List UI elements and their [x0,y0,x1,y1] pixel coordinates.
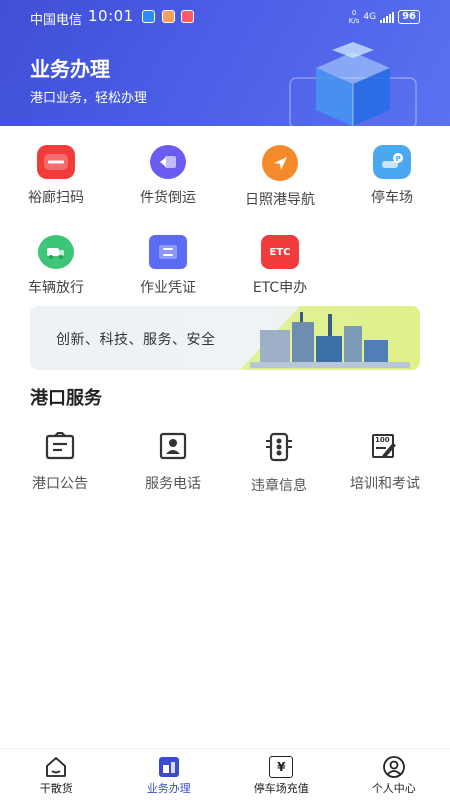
banner-slogan: 创新、科技、服务、安全 [56,332,216,348]
quick-action-parking[interactable]: P 停车场 [336,145,448,209]
carrier-name: 中国电信 [30,13,83,28]
scan-code-icon [37,145,75,179]
etc-icon: ETC [261,235,299,269]
tab-business[interactable]: 业务办理 [113,749,226,800]
service-training-exam[interactable]: 100 培训和考试 [332,432,438,495]
promo-banner[interactable]: 创新、科技、服务、安全 [30,306,420,370]
battery-indicator: 96 [398,10,420,24]
cargo-transfer-icon [150,145,186,179]
quick-action-navigation[interactable]: 日照港导航 [224,145,336,209]
contact-phone-icon [159,432,187,460]
home-icon [46,757,67,777]
header: 中国电信 10:01 0 K/s 4G 96 业务办理 港口业务，轻松办理 [0,0,450,126]
network-speed: 0 K/s [348,9,360,25]
status-indicators: 0 K/s 4G 96 [349,8,420,26]
port-services-list: 港口公告 服务电话 违章信息 100 培训和考试 [0,432,450,495]
user-icon [382,756,405,778]
service-violations[interactable]: 违章信息 [226,432,332,495]
quick-action-cargo-transfer[interactable]: 件货倒运 [112,145,224,209]
bottom-tab-bar: 干散货 业务办理 ¥ 停车场充值 个人中心 [0,748,450,800]
app-notification-icon [181,10,194,23]
signal-icon [380,11,395,23]
tab-parking-recharge[interactable]: ¥ 停车场充值 [225,749,338,800]
page-title: 业务办理 [30,57,110,81]
business-icon [158,757,179,777]
tab-profile[interactable]: 个人中心 [338,749,450,800]
status-time: 10:01 [88,7,134,25]
page-subtitle: 港口业务，轻松办理 [30,91,148,106]
quick-actions-row-1: 裕廊扫码 件货倒运 日照港导航 P 停车场 [0,145,450,209]
network-type: 4G [363,12,377,22]
port-services-title: 港口服务 [30,388,102,409]
tab-bulk-cargo[interactable]: 干散货 [0,749,113,800]
hero-cube-illustration [289,42,417,126]
parking-icon: P [373,145,411,179]
message-notification-icon [162,10,175,23]
exam-icon: 100 [370,432,400,460]
status-bar: 中国电信 10:01 0 K/s 4G 96 [0,0,450,34]
quick-actions-row-2: 车辆放行 作业凭证 ETC ETC申办 [0,235,450,297]
traffic-light-icon [266,432,292,462]
service-phone[interactable]: 服务电话 [120,432,226,495]
quick-action-vehicle-release[interactable]: 车辆放行 [0,235,112,297]
port-city-illustration [240,306,420,370]
quick-action-etc[interactable]: ETC ETC申办 [224,235,336,297]
vehicle-release-icon [38,235,74,269]
announcement-icon [45,432,75,460]
recharge-icon: ¥ [269,756,294,778]
quick-action-work-voucher[interactable]: 作业凭证 [112,235,224,297]
navigation-icon [262,145,298,181]
quick-action-scan[interactable]: 裕廊扫码 [0,145,112,209]
notification-app-icon [142,10,155,23]
svg-text:P: P [396,155,401,163]
work-voucher-icon [149,235,187,269]
service-announcement[interactable]: 港口公告 [0,432,120,495]
